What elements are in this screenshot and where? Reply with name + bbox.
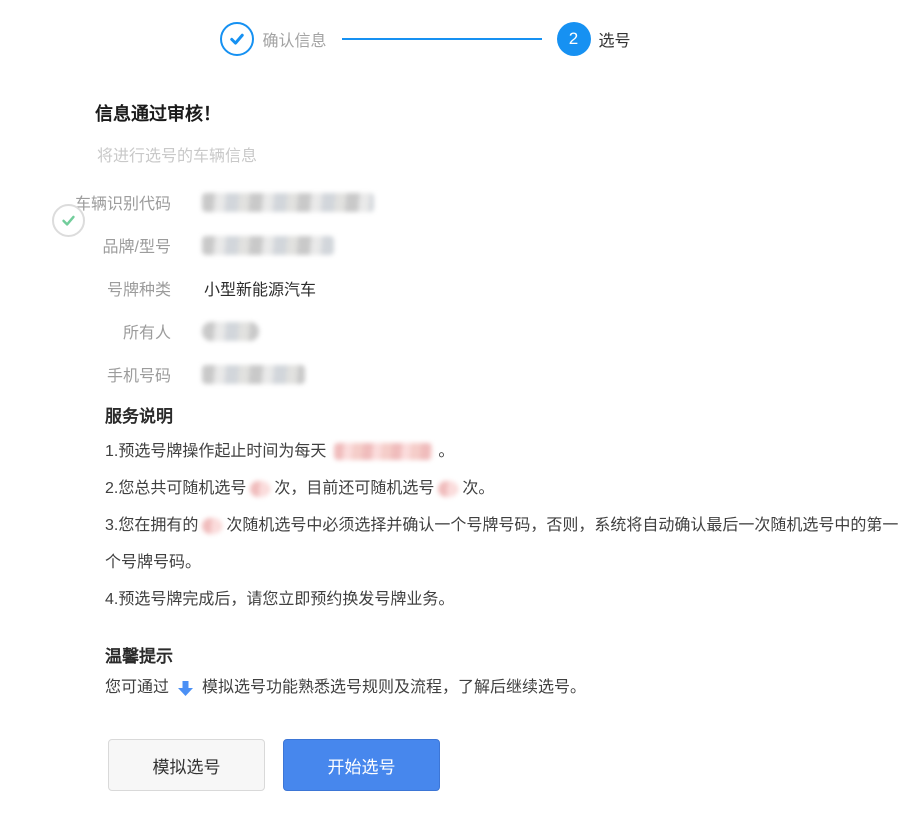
service-notes-list: 1.预选号牌操作起止时间为每天。 2.您总共可随机选号次，目前还可随机选号次。 …	[105, 433, 905, 618]
service-note-2-suffix: 次。	[462, 480, 494, 497]
redacted-brand-model-value	[202, 236, 334, 255]
field-label: 品牌/型号	[61, 233, 171, 257]
service-note-2-text: 2.您总共可随机选号	[105, 480, 246, 497]
service-note-2-mid: 次，目前还可随机选号	[274, 480, 434, 497]
step-confirm-info-label: 确认信息	[262, 27, 326, 51]
simulate-selection-button[interactable]: 模拟选号	[108, 739, 265, 791]
service-note-1-text: 1.预选号牌操作起止时间为每天	[105, 443, 326, 460]
field-label: 所有人	[61, 319, 171, 343]
redacted-phone-value	[202, 365, 305, 384]
redacted-owner-value	[202, 322, 259, 341]
field-row-plate-type: 号牌种类 小型新能源汽车	[61, 278, 905, 298]
service-note-3: 3.您在拥有的次随机选号中必须选择并确认一个号牌号码，否则，系统将自动确认最后一…	[105, 507, 905, 581]
tips-text-before: 您可通过	[105, 676, 169, 700]
step-select-number-label: 选号	[599, 27, 631, 51]
action-buttons: 模拟选号 开始选号	[108, 739, 905, 791]
service-note-3-text: 3.您在拥有的	[105, 517, 198, 534]
service-note-1-suffix: 。	[438, 443, 454, 460]
redacted-total-count	[250, 481, 270, 497]
redacted-owned-count	[202, 518, 222, 534]
field-row-phone: 手机号码	[61, 364, 905, 384]
tips-text-after: 模拟选号功能熟悉选号规则及流程，了解后继续选号。	[202, 676, 586, 700]
redacted-time-range	[334, 443, 432, 460]
review-result-section: 信息通过审核！ 将进行选号的车辆信息 车辆识别代码 品牌/型号 号牌种类 小型新…	[0, 103, 905, 384]
stepper: 确认信息 2 选号	[0, 0, 878, 56]
field-row-owner: 所有人	[61, 321, 905, 341]
vehicle-info-list: 车辆识别代码 品牌/型号 号牌种类 小型新能源汽车 所有人 手机号码	[0, 192, 905, 384]
service-note-1: 1.预选号牌操作起止时间为每天 。	[105, 433, 905, 470]
plate-type-value: 小型新能源汽车	[204, 276, 316, 300]
success-check-icon	[52, 204, 85, 237]
redacted-remaining-count	[438, 481, 458, 497]
field-label: 号牌种类	[61, 276, 171, 300]
tips-title: 温馨提示	[105, 647, 905, 667]
result-subtitle: 将进行选号的车辆信息	[97, 148, 905, 166]
result-title: 信息通过审核！	[95, 103, 905, 125]
service-note-2: 2.您总共可随机选号 次，目前还可随机选号 次。	[105, 470, 905, 507]
stepper-step-confirm-info: 确认信息	[220, 22, 326, 56]
field-row-vin: 车辆识别代码	[61, 192, 905, 212]
step-completed-check-icon	[220, 22, 254, 56]
start-selection-button[interactable]: 开始选号	[283, 739, 440, 791]
service-notes-title: 服务说明	[105, 407, 905, 427]
field-label: 手机号码	[61, 362, 171, 386]
blue-down-arrow-icon	[177, 680, 194, 697]
tips-text: 您可通过 模拟选号功能熟悉选号规则及流程，了解后继续选号。	[105, 676, 905, 700]
service-note-3-suffix: 次随机选号中必须选择并确认一个号牌号码，否则，系统将自动确认最后一次随机选号中的…	[105, 517, 898, 571]
stepper-connector-line	[342, 38, 542, 40]
step-2-badge: 2	[557, 22, 591, 56]
field-row-brand-model: 品牌/型号	[61, 235, 905, 255]
service-note-4: 4.预选号牌完成后，请您立即预约换发号牌业务。	[105, 581, 905, 618]
stepper-step-select-number: 2 选号	[557, 22, 631, 56]
redacted-vin-value	[202, 193, 374, 212]
